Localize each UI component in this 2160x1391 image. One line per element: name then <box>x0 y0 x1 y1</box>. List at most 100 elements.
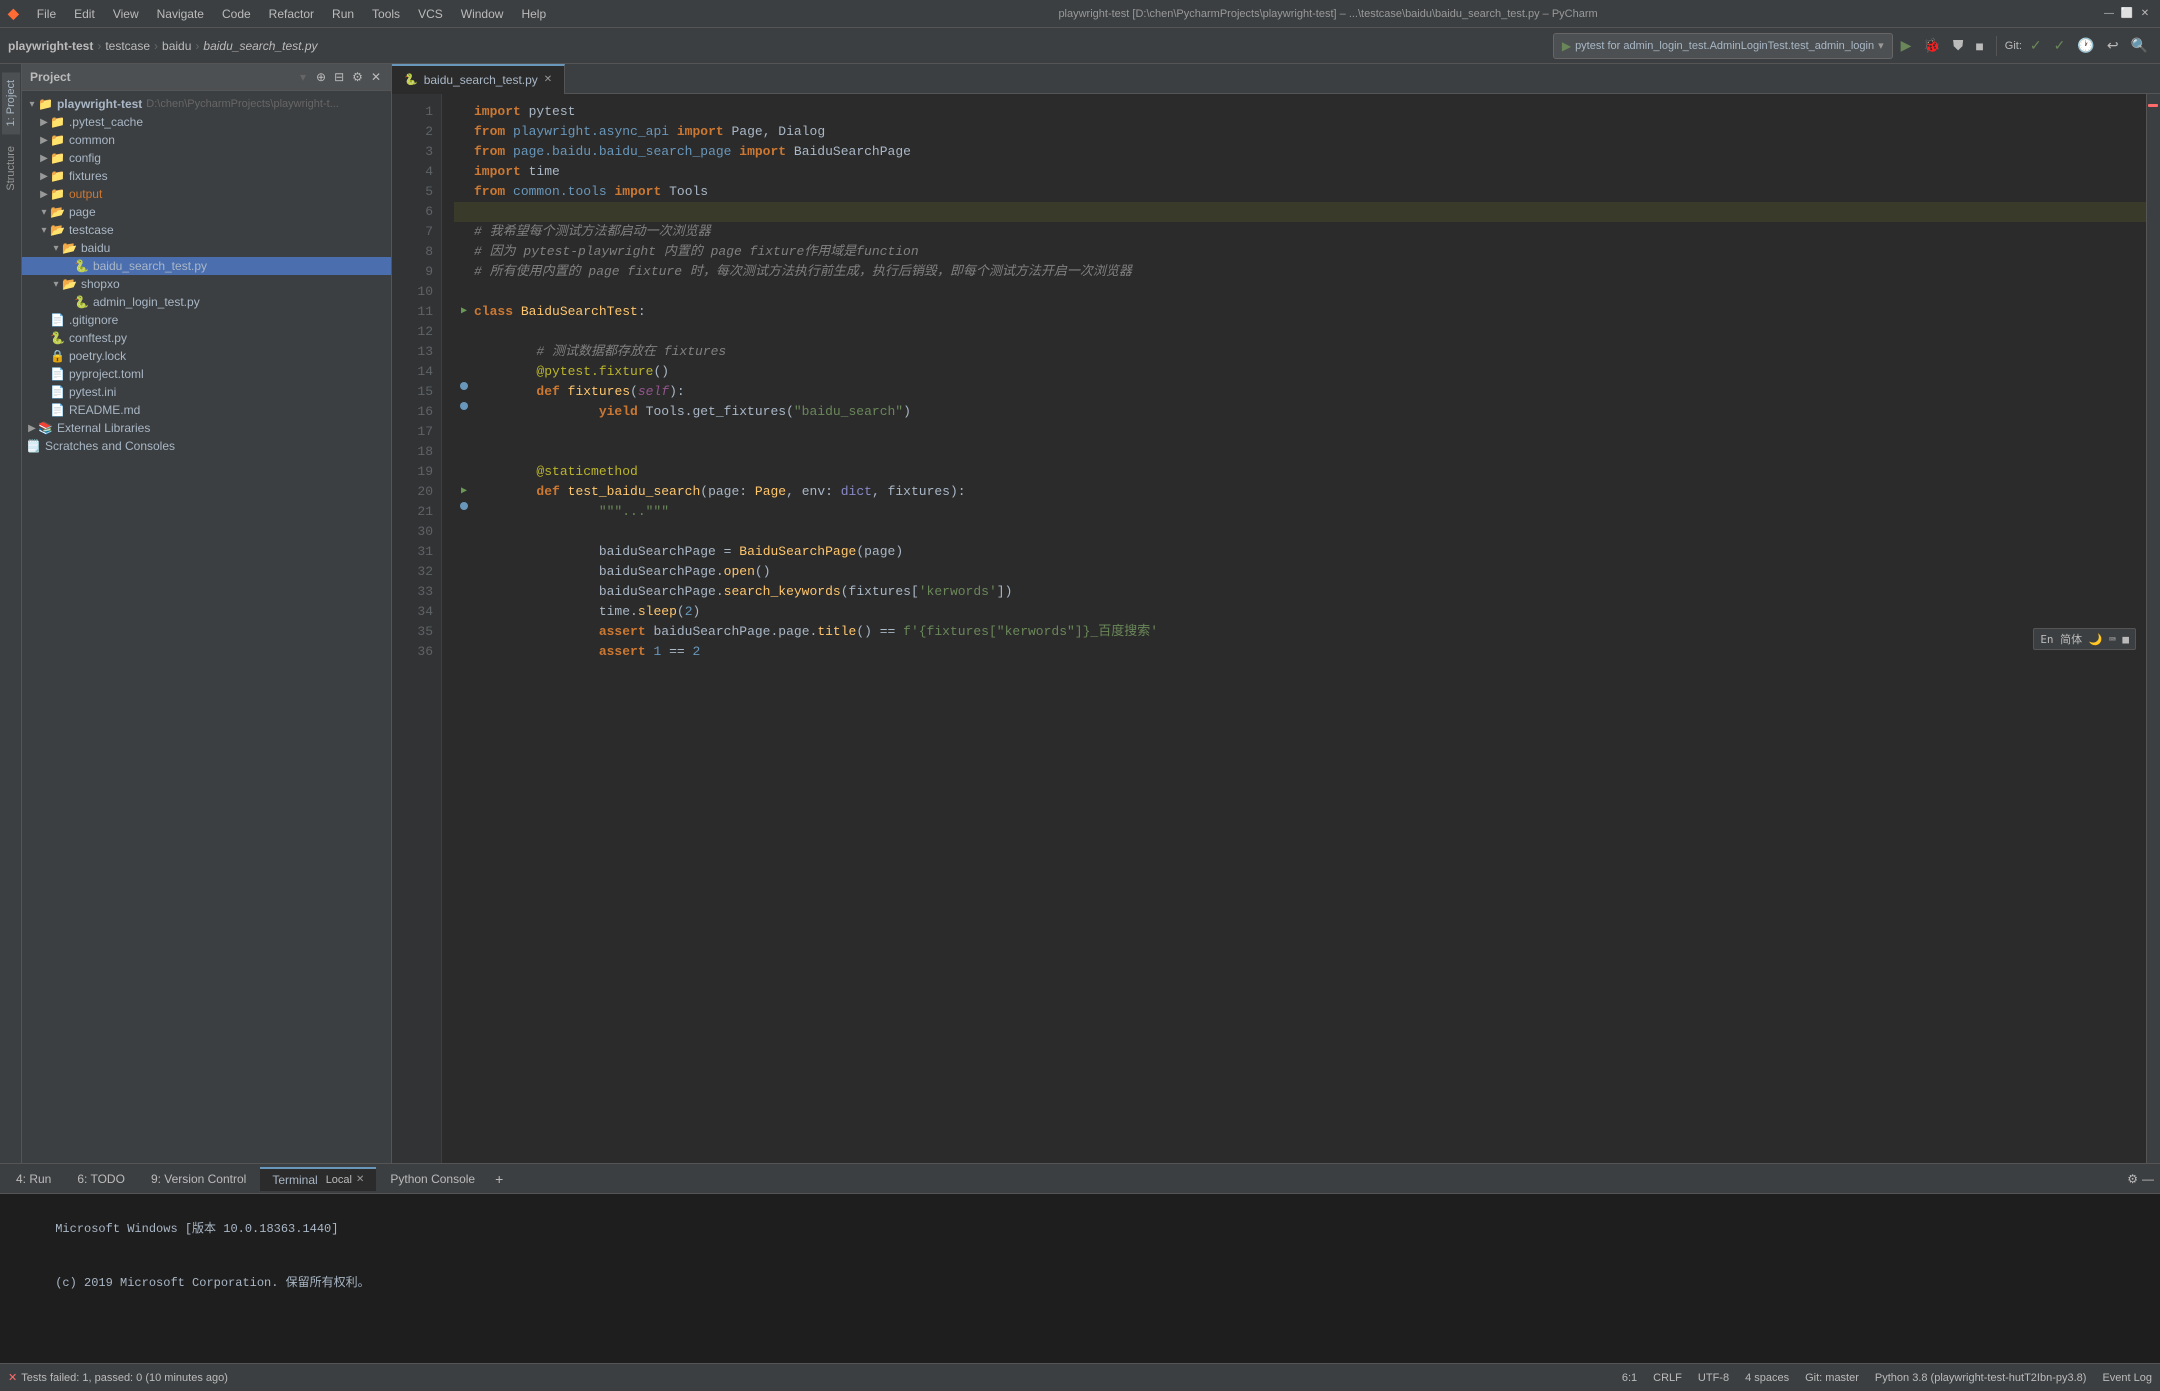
run-arrow-20[interactable]: ▶ <box>461 482 467 502</box>
status-position[interactable]: 6:1 <box>1622 1372 1637 1384</box>
term-line-1: Microsoft Windows [版本 10.0.18363.1440] <box>12 1202 2148 1256</box>
tree-item-baidu-search-test[interactable]: ▶ 🐍 baidu_search_test.py <box>22 257 391 275</box>
tree-item-output[interactable]: ▶ 📁 output <box>22 185 391 203</box>
tree-item-admin-login[interactable]: ▶ 🐍 admin_login_test.py <box>22 293 391 311</box>
tree-item-scratches[interactable]: 🗒️ Scratches and Consoles <box>22 437 391 455</box>
tree-item-root[interactable]: ▾ 📁 playwright-test D:\chen\PycharmProje… <box>22 95 391 113</box>
terminal-content[interactable]: Microsoft Windows [版本 10.0.18363.1440] (… <box>0 1194 2160 1363</box>
menu-vcs[interactable]: VCS <box>410 4 451 24</box>
tree-label-fixtures: fixtures <box>69 169 108 183</box>
tree-item-gitignore[interactable]: ▶ 📄 .gitignore <box>22 311 391 329</box>
code-text-1: import pytest <box>474 102 575 122</box>
maximize-button[interactable]: ⬜ <box>2120 7 2134 21</box>
code-text-9: # 所有使用内置的 page fixture 时，每次测试方法执行前生成，执行后… <box>474 262 1132 282</box>
tree-item-poetry-lock[interactable]: ▶ 🔒 poetry.lock <box>22 347 391 365</box>
code-editor: 1 2 3 4 5 6 7 8 9 10 11 12 13 14 15 16 1… <box>392 94 2160 1163</box>
tree-item-page[interactable]: ▾ 📂 page <box>22 203 391 221</box>
menu-tools[interactable]: Tools <box>364 4 408 24</box>
tree-item-config[interactable]: ▶ 📁 config <box>22 149 391 167</box>
ln-3: 3 <box>392 142 433 162</box>
menu-run[interactable]: Run <box>324 4 362 24</box>
code-line-17 <box>454 422 2146 442</box>
tab-label: baidu_search_test.py <box>424 73 538 87</box>
code-line-13: # 测试数据都存放在 fixtures <box>454 342 2146 362</box>
terminal-settings-btn[interactable]: ⚙ <box>2125 1170 2140 1188</box>
tree-item-baidu[interactable]: ▾ 📂 baidu <box>22 239 391 257</box>
sidebar-tab-project[interactable]: 1: Project <box>2 72 20 134</box>
close-button[interactable]: ✕ <box>2138 7 2152 21</box>
code-line-11: ▶ class BaiduSearchTest: <box>454 302 2146 322</box>
term-line-2: (c) 2019 Microsoft Corporation. 保留所有权利。 <box>12 1256 2148 1310</box>
bottom-tab-vcs[interactable]: 9: Version Control <box>139 1168 258 1190</box>
coverage-button[interactable]: ⛊ <box>1949 35 1968 56</box>
tree-item-fixtures[interactable]: ▶ 📁 fixtures <box>22 167 391 185</box>
menu-navigate[interactable]: Navigate <box>149 4 212 24</box>
breadcrumb-folder1[interactable]: testcase <box>105 39 150 53</box>
terminal-minimize-btn[interactable]: — <box>2140 1170 2156 1188</box>
sidebar-tab-structure[interactable]: Structure <box>2 138 20 199</box>
tree-label-scratches: Scratches and Consoles <box>45 439 175 453</box>
git-check2[interactable]: ✓ <box>2050 35 2070 56</box>
run-arrow-11[interactable]: ▶ <box>461 302 467 322</box>
menu-bar: ◆ File Edit View Navigate Code Refactor … <box>0 0 2160 28</box>
minimize-button[interactable]: — <box>2102 7 2116 21</box>
code-line-7: # 我希望每个测试方法都启动一次浏览器 <box>454 222 2146 242</box>
git-check1[interactable]: ✓ <box>2026 35 2046 56</box>
add-tab-button[interactable]: + <box>489 1169 509 1189</box>
breadcrumb-folder2[interactable]: baidu <box>162 39 191 53</box>
bottom-tab-terminal[interactable]: Terminal Local ✕ <box>260 1167 376 1191</box>
menu-refactor[interactable]: Refactor <box>261 4 322 24</box>
bottom-tab-todo[interactable]: 6: TODO <box>65 1168 137 1190</box>
ln-9: 9 <box>392 262 433 282</box>
tree-item-conftest[interactable]: ▶ 🐍 conftest.py <box>22 329 391 347</box>
code-text-21: """...""" <box>474 502 669 522</box>
panel-collapse-btn[interactable]: ⊟ <box>332 68 346 86</box>
run-button[interactable]: ▶ <box>1897 35 1916 56</box>
menu-view[interactable]: View <box>105 4 147 24</box>
menu-edit[interactable]: Edit <box>66 4 103 24</box>
stop-button[interactable]: ■ <box>1971 36 1987 56</box>
status-encoding[interactable]: UTF-8 <box>1698 1372 1729 1384</box>
status-git[interactable]: Git: master <box>1805 1372 1859 1384</box>
menu-help[interactable]: Help <box>513 4 554 24</box>
tree-item-pyproject[interactable]: ▶ 📄 pyproject.toml <box>22 365 391 383</box>
status-linesep[interactable]: CRLF <box>1653 1372 1682 1384</box>
run-config[interactable]: ▶ pytest for admin_login_test.AdminLogin… <box>1553 33 1893 59</box>
tree-item-readme[interactable]: ▶ 📄 README.md <box>22 401 391 419</box>
status-event-log[interactable]: Event Log <box>2102 1372 2152 1384</box>
git-history[interactable]: 🕐 <box>2073 35 2098 56</box>
debug-button[interactable]: 🐞 <box>1919 35 1944 56</box>
panel-settings-btn[interactable]: ⚙ <box>350 68 365 86</box>
tree-item-pytest-cache[interactable]: ▶ 📁 .pytest_cache <box>22 113 391 131</box>
panel-locate-btn[interactable]: ⊕ <box>314 68 328 86</box>
run-config-dropdown[interactable]: ▾ <box>1878 39 1884 52</box>
status-python[interactable]: Python 3.8 (playwright-test-hutT2Ibn-py3… <box>1875 1372 2087 1384</box>
code-content[interactable]: import pytest from playwright.async_api … <box>442 94 2146 1163</box>
tree-item-shopxo[interactable]: ▾ 📂 shopxo <box>22 275 391 293</box>
editor-tab-baidu-search[interactable]: 🐍 baidu_search_test.py ✕ <box>392 64 565 94</box>
tree-item-pytest-ini[interactable]: ▶ 📄 pytest.ini <box>22 383 391 401</box>
menu-window[interactable]: Window <box>453 4 512 24</box>
status-indent[interactable]: 4 spaces <box>1745 1372 1789 1384</box>
ln-5: 5 <box>392 182 433 202</box>
terminal-close[interactable]: ✕ <box>356 1174 364 1185</box>
tree-arrow-fixtures: ▶ <box>38 171 50 182</box>
bottom-tab-python-console[interactable]: Python Console <box>378 1168 487 1190</box>
git-rollback[interactable]: ↩ <box>2103 35 2123 56</box>
panel-close-btn[interactable]: ✕ <box>369 68 383 86</box>
toolbar-separator <box>1996 36 1997 56</box>
tree-item-testcase[interactable]: ▾ 📂 testcase <box>22 221 391 239</box>
search-everywhere[interactable]: 🔍 <box>2127 35 2152 56</box>
code-text-33: baiduSearchPage.search_keywords(fixtures… <box>474 582 1012 602</box>
tab-close-btn[interactable]: ✕ <box>544 74 552 85</box>
tree-item-common[interactable]: ▶ 📁 common <box>22 131 391 149</box>
breadcrumb-file: baidu_search_test.py <box>203 39 317 53</box>
menu-file[interactable]: File <box>29 4 64 24</box>
bookmark-16 <box>460 402 468 410</box>
tree-item-external-libs[interactable]: ▶ 📚 External Libraries <box>22 419 391 437</box>
menu-code[interactable]: Code <box>214 4 259 24</box>
bottom-tab-run[interactable]: 4: Run <box>4 1168 63 1190</box>
gutter-21 <box>454 502 474 510</box>
status-message-text: Tests failed: 1, passed: 0 (10 minutes a… <box>21 1372 228 1384</box>
code-text-2: from playwright.async_api import Page, D… <box>474 122 825 142</box>
